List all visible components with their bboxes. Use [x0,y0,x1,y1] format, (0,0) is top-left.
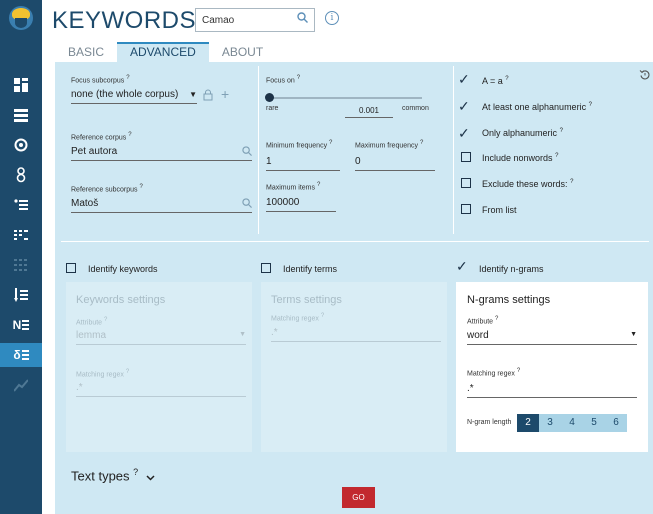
column-divider [453,66,454,234]
option-nonwords-checkbox[interactable] [461,152,471,162]
chevron-down-icon: ▼ [189,90,197,99]
add-icon[interactable]: + [221,86,229,102]
chevron-down-icon [146,469,155,484]
reference-subcorpus-label: Reference subcorpus ? [71,184,143,194]
ngram-length-6[interactable]: 6 [605,414,627,432]
keywords-regex-label: Matching regex ? [76,369,130,379]
keywords-attribute-select[interactable]: lemma ▼ [76,330,246,345]
list-icon[interactable] [0,103,42,127]
search-icon[interactable] [242,146,252,159]
people-icon[interactable] [0,163,42,187]
max-items-input[interactable]: 100000 [266,197,336,212]
reference-corpus-label: Reference corpus ? [71,132,132,142]
identify-ngrams-checkbox[interactable]: ✓ [456,259,468,273]
section-divider [61,241,649,242]
corpus-search-input[interactable] [196,9,291,31]
keywords-regex-input[interactable]: .* [76,382,246,397]
option-alnum-label: At least one alphanumeric ? [482,102,592,112]
option-only-alnum-label: Only alphanumeric ? [482,128,563,138]
identify-keywords-checkbox[interactable] [66,263,76,273]
identify-ngrams-label: Identify n-grams [479,264,544,274]
identify-terms-label: Identify terms [283,264,338,274]
ngrams-regex-label: Matching regex ? [467,368,521,378]
ngrams-attribute-label: Attribute ? [467,316,499,326]
search-icon[interactable] [242,198,252,211]
sorted-list-icon[interactable] [0,283,42,307]
reference-corpus-input[interactable]: Pet autora [71,146,252,161]
reset-icon[interactable] [639,68,651,80]
focus-on-slider-track[interactable] [266,97,422,99]
identify-terms-checkbox[interactable] [261,263,271,273]
delta-list-icon[interactable]: δ [0,343,42,367]
corpus-search[interactable] [195,8,315,32]
go-button[interactable]: GO [342,487,375,508]
ngrams-settings-card: N-grams settings Attribute ? word ▼ Match… [456,282,648,452]
option-from-list-label: From list [482,205,517,215]
terms-regex-label: Matching regex ? [271,313,325,323]
max-items-label: Maximum items ? [266,182,321,192]
bullet-list-icon[interactable] [0,193,42,217]
focus-subcorpus-label: Focus subcorpus ? [71,75,130,85]
focus-on-rare-label: rare [266,105,279,112]
chevron-down-icon: ▼ [239,331,246,338]
focus-on-value-input[interactable]: 0.001 [345,106,393,118]
tab-bar: BASIC ADVANCED ABOUT [55,42,276,64]
terms-settings-card: Terms settings Matching regex ? .* [261,282,447,452]
max-frequency-input[interactable]: 0 [355,156,435,171]
ngram-length-3[interactable]: 3 [539,414,561,432]
terms-regex-input[interactable]: .* [271,327,441,342]
keywords-settings-card: Keywords settings Attribute ? lemma ▼ Mat… [66,282,252,452]
header: KEYWORDS i [42,0,653,42]
chevron-down-icon: ▼ [630,331,637,338]
tab-basic[interactable]: BASIC [55,42,117,64]
search-icon[interactable] [297,12,308,26]
focus-on-slider-handle[interactable] [265,93,274,102]
ngrams-regex-input[interactable]: .* [467,383,637,398]
app-title: KEYWORDS [52,7,197,34]
focus-on-label: Focus on ? [266,75,301,85]
option-exclude-checkbox[interactable] [461,178,471,188]
ngrams-settings-title: N-grams settings [467,294,551,306]
n-list-icon[interactable]: N [0,313,42,337]
option-alnum-checkbox[interactable]: ✓ [458,99,470,113]
min-frequency-label: Minimum frequency ? [266,140,333,150]
option-only-alnum-checkbox[interactable]: ✓ [458,126,470,140]
keywords-settings-title: Keywords settings [76,294,166,306]
columns-icon[interactable] [0,223,42,247]
ngram-length-5[interactable]: 5 [583,414,605,432]
terms-settings-title: Terms settings [271,294,342,306]
ngrams-attribute-select[interactable]: word ▼ [467,330,637,345]
lock-icon[interactable] [203,88,213,101]
option-from-list-checkbox[interactable] [461,204,471,214]
dotted-grid-icon[interactable] [0,253,42,277]
option-exclude-label: Exclude these words: ? [482,179,574,189]
app-logo-icon[interactable] [9,6,33,30]
ngram-length-label: N-gram length [467,419,512,426]
tab-about[interactable]: ABOUT [209,42,276,64]
text-types-label: Text types [71,468,130,484]
ngram-length-2[interactable]: 2 [517,414,539,432]
advanced-panel: Focus subcorpus ? none (the whole corpus… [55,62,653,514]
sidebar: N δ [0,0,42,514]
min-frequency-input[interactable]: 1 [266,156,340,171]
reference-subcorpus-input[interactable]: Matoš [71,198,252,213]
trend-icon[interactable] [0,373,42,397]
tab-advanced[interactable]: ADVANCED [117,42,209,64]
grid-icon[interactable] [0,73,42,97]
focus-subcorpus-select[interactable]: none (the whole corpus) ▼ [71,89,197,104]
focus-on-common-label: common [402,105,429,112]
info-icon[interactable]: i [325,11,339,25]
option-nonwords-label: Include nonwords ? [482,153,559,163]
identify-keywords-label: Identify keywords [88,264,158,274]
option-case-label: A = a ? [482,76,509,86]
ngram-length-4[interactable]: 4 [561,414,583,432]
circle-target-icon[interactable] [0,133,42,157]
max-frequency-label: Maximum frequency ? [355,140,424,150]
column-divider [258,66,259,234]
text-types-toggle[interactable]: Text types ? [71,467,155,484]
option-case-checkbox[interactable]: ✓ [458,72,470,86]
keywords-attribute-label: Attribute ? [76,317,108,327]
ngram-length-selector: 2 3 4 5 6 [517,414,627,432]
